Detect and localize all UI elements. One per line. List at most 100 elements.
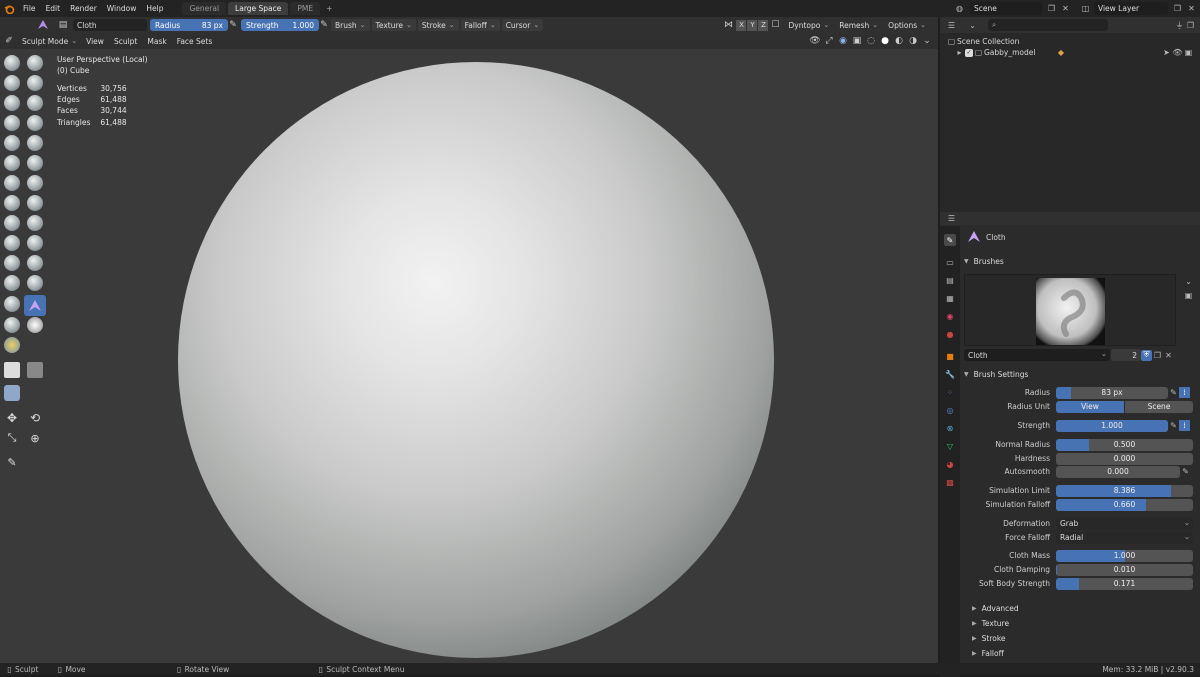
brushes-panel-header[interactable]: ▼ Brushes xyxy=(960,254,1200,268)
slide-relax-brush-icon[interactable] xyxy=(4,275,20,291)
draw-face-sets-icon[interactable] xyxy=(27,317,43,333)
object-tab-icon[interactable]: ■ xyxy=(944,350,956,362)
simulation-falloff-slider[interactable]: 0.660 xyxy=(1056,498,1193,511)
xray-toggle-icon[interactable]: ▣ xyxy=(850,35,864,47)
shading-rendered-icon[interactable]: ◑ xyxy=(906,35,920,47)
new-collection-icon[interactable]: ❐ xyxy=(1185,20,1196,31)
snake-hook-brush-icon[interactable] xyxy=(27,215,43,231)
strength-slider[interactable]: 1.000 xyxy=(1056,419,1168,432)
view-layer-tab-icon[interactable]: ▦ xyxy=(944,292,956,304)
scene-tab-icon[interactable]: ◉ xyxy=(944,310,956,322)
falloff-dropdown[interactable]: Falloff xyxy=(460,19,500,31)
box-hide-icon[interactable] xyxy=(27,362,43,378)
force-falloff-dropdown[interactable]: Radial xyxy=(1056,531,1193,544)
brush-preview-area[interactable] xyxy=(964,274,1176,346)
visibility-eye-icon[interactable]: 👁 xyxy=(1172,47,1183,58)
cloth-damping-slider[interactable]: 0.010 xyxy=(1056,563,1193,576)
scene-icon[interactable]: ◍ xyxy=(954,3,965,14)
deformation-dropdown[interactable]: Grab xyxy=(1056,517,1193,530)
brush-preview-image[interactable] xyxy=(1036,278,1105,345)
advanced-subpanel[interactable]: ▶ Advanced xyxy=(960,601,1200,615)
thumb-brush-icon[interactable] xyxy=(4,235,20,251)
viewport-menu-sculpt[interactable]: Sculpt xyxy=(109,37,142,46)
brush-datablock-icon[interactable]: ▤ xyxy=(56,19,70,31)
mesh-filter-icon[interactable] xyxy=(4,385,20,401)
texture-dropdown[interactable]: Texture xyxy=(371,19,416,31)
pressure-toggle-icon[interactable]: ✎ xyxy=(1168,420,1179,431)
paint-brush-icon[interactable] xyxy=(4,337,20,353)
data-tab-icon[interactable]: ▽ xyxy=(944,440,956,452)
annotate-tool-icon[interactable]: ✎ xyxy=(4,454,20,470)
blender-logo-icon[interactable] xyxy=(0,0,18,17)
symmetry-icon[interactable]: ⋈ xyxy=(721,19,735,31)
viewport-menu-view[interactable]: View xyxy=(81,37,109,46)
dyntopo-checkbox[interactable]: ☐ xyxy=(768,19,782,31)
cloth-brush-icon[interactable] xyxy=(27,298,43,314)
menu-render[interactable]: Render xyxy=(65,4,102,13)
duplicate-brush-icon[interactable]: ❐ xyxy=(1152,350,1163,361)
radius-pressure-icon[interactable]: ⁞ xyxy=(1179,387,1190,398)
menu-help[interactable]: Help xyxy=(141,4,168,13)
brush-dropdown[interactable]: Brush xyxy=(331,19,370,31)
cloth-brush-icon[interactable] xyxy=(36,19,50,31)
brush-preview-icon[interactable]: ▣ xyxy=(1183,290,1194,301)
material-tab-icon[interactable]: ◕ xyxy=(944,458,956,470)
shading-material-icon[interactable]: ◐ xyxy=(892,35,906,47)
texture-tab-icon[interactable]: ▩ xyxy=(944,476,956,488)
pressure-toggle-icon[interactable]: ✎ xyxy=(1168,387,1179,398)
stroke-subpanel[interactable]: ▶ Stroke xyxy=(960,631,1200,645)
new-view-layer-icon[interactable]: ❐ xyxy=(1172,3,1183,14)
box-mask-icon[interactable] xyxy=(4,362,20,378)
mirror-z-toggle[interactable]: Z xyxy=(758,19,769,31)
new-scene-icon[interactable]: ❐ xyxy=(1046,3,1057,14)
grab-brush-icon[interactable] xyxy=(27,195,43,211)
workspace-tab-large-space[interactable]: Large Space xyxy=(228,2,289,15)
cursor-dropdown[interactable]: Cursor xyxy=(501,19,544,31)
pressure-toggle-icon[interactable]: ✎ xyxy=(1180,466,1191,477)
expand-arrow-icon[interactable]: ▸ xyxy=(954,47,965,58)
mask-brush-icon[interactable] xyxy=(4,317,20,333)
scene-collection-row[interactable]: ▢ Scene Collection xyxy=(946,36,1020,47)
cloth-mass-slider[interactable]: 1.000 xyxy=(1056,549,1193,562)
simplify-brush-icon[interactable] xyxy=(4,296,20,312)
soft-body-strength-slider[interactable]: 0.171 xyxy=(1056,577,1193,590)
draw-brush-icon[interactable] xyxy=(4,55,20,71)
menu-window[interactable]: Window xyxy=(102,4,142,13)
overlays-toggle-icon[interactable]: ◉ xyxy=(836,35,850,47)
options-dropdown[interactable]: Options xyxy=(884,19,930,31)
strength-pressure-icon[interactable]: ⁞ xyxy=(1179,420,1190,431)
workspace-tab-pme[interactable]: PME xyxy=(290,2,321,15)
workspace-tab-general[interactable]: General xyxy=(182,2,227,15)
normal-radius-slider[interactable]: 0.500 xyxy=(1056,438,1193,451)
layer-brush-icon[interactable] xyxy=(27,95,43,111)
world-tab-icon[interactable]: ● xyxy=(944,328,956,340)
clay-strips-brush-icon[interactable] xyxy=(27,75,43,91)
menu-file[interactable]: File xyxy=(18,4,41,13)
output-tab-icon[interactable]: ▤ xyxy=(944,274,956,286)
rotate-brush-icon[interactable] xyxy=(27,255,43,271)
multiplane-scrape-brush-icon[interactable] xyxy=(27,175,43,191)
clay-thumb-brush-icon[interactable] xyxy=(4,95,20,111)
properties-editor-icon[interactable]: ☰ xyxy=(946,213,957,224)
outliner-search-input[interactable]: ⌕ xyxy=(988,19,1108,31)
pinch-brush-icon[interactable] xyxy=(4,195,20,211)
dyntopo-dropdown[interactable]: Dyntopo xyxy=(784,19,833,31)
3d-viewport[interactable]: ▤ Cloth Radius 83 px ✎ Strength 1.000 ✎ Br… xyxy=(0,17,938,663)
strength-slider[interactable]: Strength 1.000 xyxy=(241,19,319,31)
scene-selector[interactable]: Scene xyxy=(970,2,1042,15)
smooth-brush-icon[interactable] xyxy=(27,135,43,151)
clay-brush-icon[interactable] xyxy=(4,75,20,91)
radius-pressure-icon[interactable]: ✎ xyxy=(228,19,238,31)
falloff-subpanel[interactable]: ▶ Falloff xyxy=(960,646,1200,660)
flatten-brush-icon[interactable] xyxy=(4,155,20,171)
sculpt-sphere-mesh[interactable] xyxy=(178,62,774,658)
hardness-slider[interactable]: 0.000 xyxy=(1056,452,1193,465)
modifier-tab-icon[interactable]: 🔧 xyxy=(944,368,956,380)
boundary-brush-icon[interactable] xyxy=(27,275,43,291)
display-mode-icon[interactable]: ⌄ xyxy=(967,20,978,31)
radius-unit-view[interactable]: View xyxy=(1056,400,1124,413)
fill-brush-icon[interactable] xyxy=(27,155,43,171)
radius-unit-scene[interactable]: Scene xyxy=(1125,400,1193,413)
nudge-brush-icon[interactable] xyxy=(4,255,20,271)
blob-brush-icon[interactable] xyxy=(27,115,43,131)
